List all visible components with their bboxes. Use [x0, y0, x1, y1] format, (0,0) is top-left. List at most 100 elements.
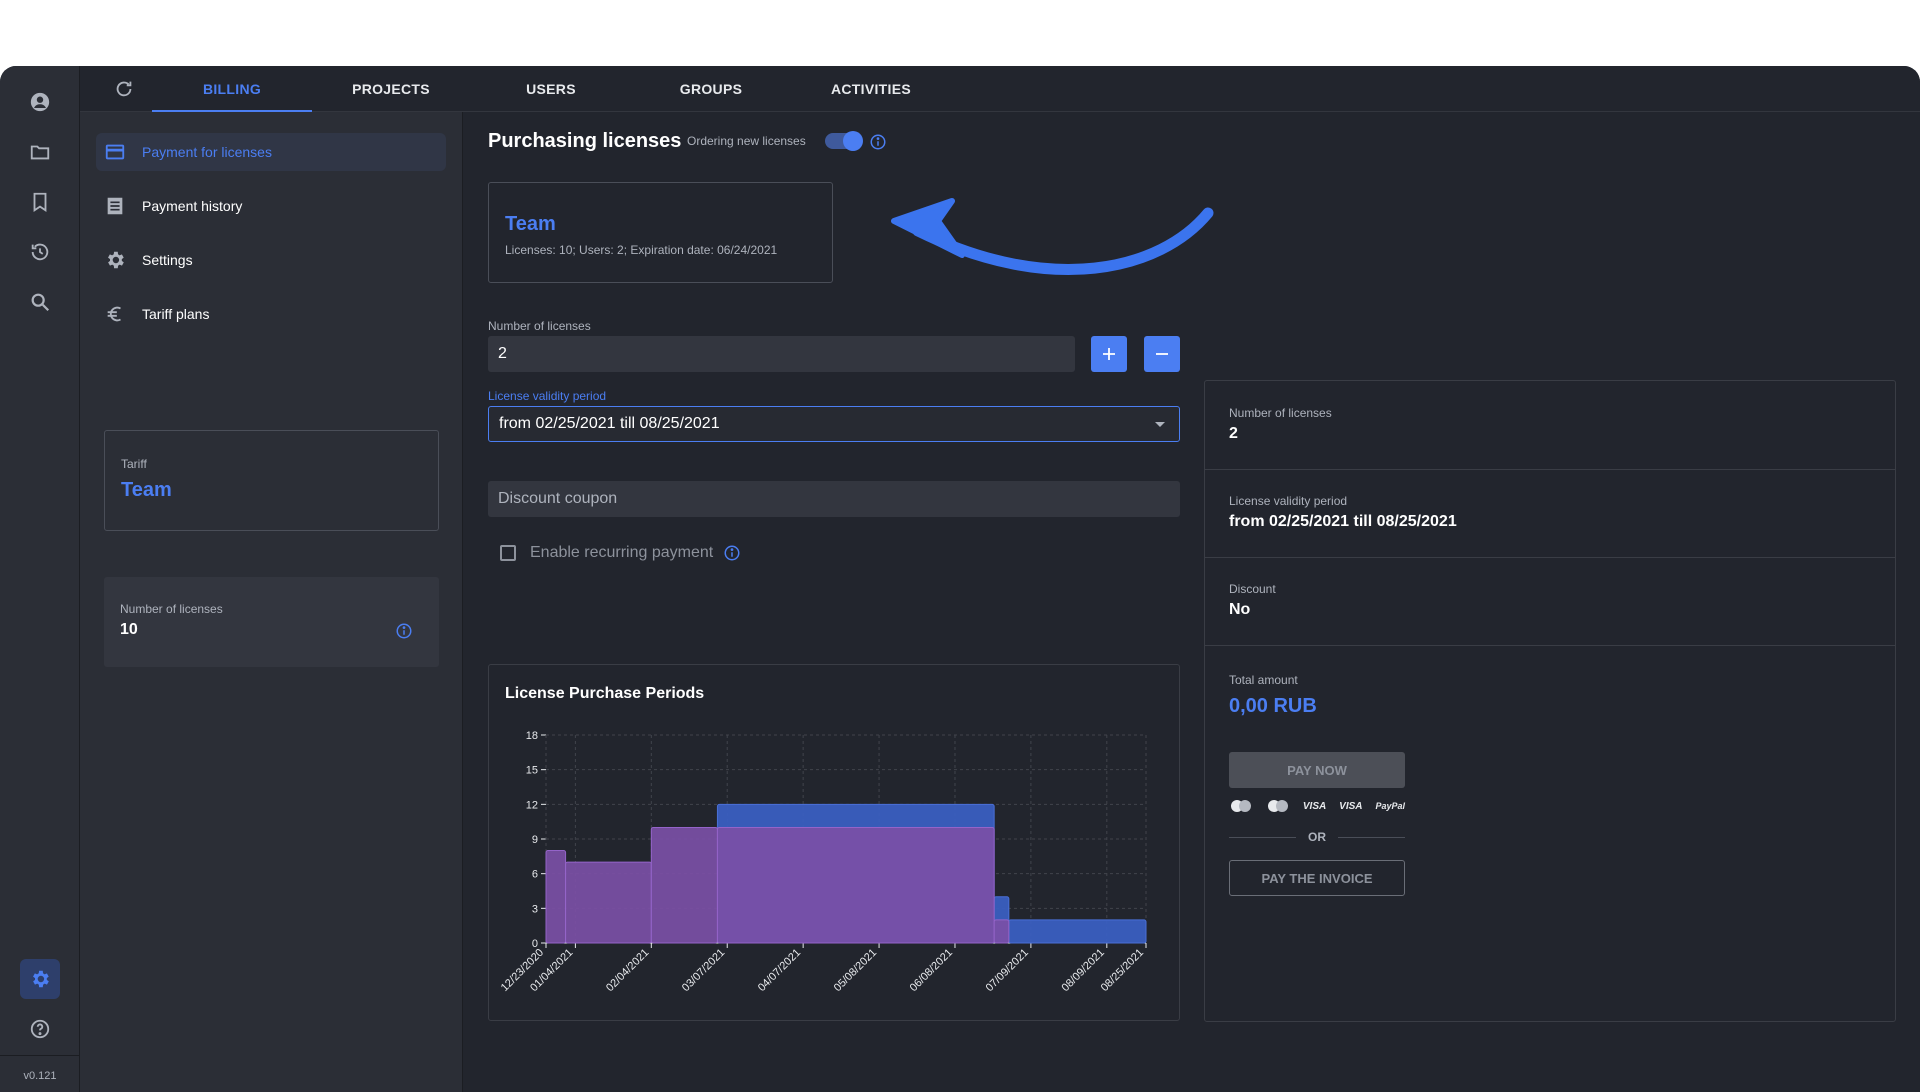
summary-licenses-row: Number of licenses 2	[1205, 381, 1895, 470]
x-tick-label: 04/07/2021	[756, 947, 803, 994]
tab-projects[interactable]: PROJECTS	[311, 66, 471, 112]
or-label: OR	[1308, 830, 1326, 844]
summary-discount-value: No	[1229, 601, 1251, 618]
gear-icon	[104, 249, 126, 271]
y-tick-label: 12	[526, 799, 538, 811]
settings-icon[interactable]	[20, 959, 60, 999]
summary-discount-label: Discount	[1229, 582, 1276, 596]
sidebar-item-label: Payment for licenses	[142, 144, 272, 160]
period-bar	[650, 826, 718, 944]
pay-invoice-button[interactable]: PAY THE INVOICE	[1229, 860, 1405, 896]
total-value: 0,00 RUB	[1229, 695, 1317, 717]
paypal-icon: PayPal	[1375, 801, 1405, 811]
info-icon[interactable]	[723, 544, 741, 562]
period-bar	[716, 826, 995, 944]
refresh-icon[interactable]	[113, 78, 135, 100]
plan-meta: Licenses: 10; Users: 2; Expiration date:…	[505, 243, 778, 257]
tab-users[interactable]: USERS	[471, 66, 631, 112]
sidebar-item-settings[interactable]: Settings	[96, 241, 446, 279]
discount-coupon-input[interactable]: Discount coupon	[488, 481, 1180, 517]
top-tab-bar: BILLING PROJECTS USERS GROUPS ACTIVITIES	[80, 66, 1920, 112]
num-licenses-label: Number of licenses	[488, 319, 591, 333]
order-summary: Number of licenses 2 License validity pe…	[1204, 380, 1896, 1022]
tab-activities[interactable]: ACTIVITIES	[791, 66, 951, 112]
search-icon[interactable]	[20, 282, 60, 322]
licenses-card: Number of licenses 10	[104, 577, 439, 667]
visa-icon: VISA	[1302, 800, 1327, 812]
x-tick-label: 07/09/2021	[984, 947, 1031, 994]
period-select[interactable]: from 02/25/2021 till 08/25/2021	[488, 406, 1180, 442]
sidebar-item-label: Payment history	[142, 198, 243, 214]
sidebar-item-tariff-plans[interactable]: Tariff plans	[96, 295, 446, 333]
decrement-button[interactable]	[1144, 336, 1180, 372]
recurring-checkbox[interactable]	[500, 545, 516, 561]
license-periods-chart: License Purchase Periods 0 3 6 9 12 15 18 12/23…	[488, 664, 1180, 1021]
help-icon[interactable]	[20, 1009, 60, 1049]
rail-divider	[0, 1055, 80, 1056]
period-label: License validity period	[488, 389, 607, 403]
period-select-value: from 02/25/2021 till 08/25/2021	[499, 415, 720, 432]
num-licenses-input[interactable]: 2	[488, 336, 1075, 372]
sidebar-item-payment-for-licenses[interactable]: Payment for licenses	[96, 133, 446, 171]
x-tick-label: 06/08/2021	[908, 947, 955, 994]
account-icon[interactable]	[20, 82, 60, 122]
summary-discount-row: Discount No	[1205, 558, 1895, 646]
history-icon[interactable]	[20, 232, 60, 272]
x-tick-label: 02/04/2021	[604, 947, 651, 994]
pay-now-button[interactable]: PAY NOW	[1229, 752, 1405, 788]
app-window: v0.121 BILLING PROJECTS USERS GROUPS ACT…	[0, 66, 1920, 1092]
bookmark-icon[interactable]	[20, 182, 60, 222]
recurring-payment-option[interactable]: Enable recurring payment	[500, 544, 741, 562]
period-bar	[545, 850, 567, 944]
receipt-list-icon	[104, 195, 126, 217]
billing-sidebar: Payment for licenses Payment history Set…	[80, 112, 463, 1092]
tab-groups[interactable]: GROUPS	[631, 66, 791, 112]
period-bar	[565, 861, 652, 944]
chart-canvas: 036912151812/23/202001/04/2021 02/04/2021…	[499, 730, 1147, 994]
period-bar	[993, 919, 1010, 944]
icon-rail: v0.121	[0, 66, 80, 1092]
x-tick-label: 08/25/2021	[1099, 947, 1146, 994]
or-divider: OR	[1229, 829, 1405, 845]
payment-methods: VISA VISA PayPal	[1229, 799, 1405, 813]
ordering-new-licenses-toggle[interactable]	[825, 131, 863, 151]
chart-title: License Purchase Periods	[505, 685, 705, 702]
x-tick-label: 05/08/2021	[832, 947, 879, 994]
licenses-value: 10	[120, 621, 138, 638]
y-tick-label: 18	[526, 730, 538, 742]
credit-card-icon	[104, 141, 126, 163]
y-tick-label: 6	[532, 869, 538, 881]
info-icon[interactable]	[869, 133, 887, 151]
sidebar-item-payment-history[interactable]: Payment history	[96, 187, 446, 225]
plan-card: Team Licenses: 10; Users: 2; Expiration …	[488, 182, 833, 283]
y-tick-label: 15	[526, 765, 538, 777]
tab-billing[interactable]: BILLING	[152, 66, 312, 112]
summary-licenses-value: 2	[1229, 425, 1238, 442]
recurring-label: Enable recurring payment	[530, 544, 714, 561]
annotation-arrow-icon	[891, 198, 1214, 275]
increment-button[interactable]	[1091, 336, 1127, 372]
chevron-down-icon	[1155, 422, 1165, 427]
divider-line	[1229, 836, 1296, 838]
visa-electron-icon: VISA	[1339, 800, 1363, 812]
summary-licenses-label: Number of licenses	[1229, 406, 1332, 420]
mastercard-icon	[1229, 799, 1253, 813]
plan-name[interactable]: Team	[505, 213, 556, 236]
toggle-knob	[843, 131, 863, 151]
info-icon[interactable]	[395, 622, 413, 640]
tariff-label: Tariff	[121, 457, 147, 471]
summary-period-row: License validity period from 02/25/2021 …	[1205, 470, 1895, 558]
summary-period-label: License validity period	[1229, 494, 1348, 508]
euro-icon	[104, 303, 126, 325]
version-label: v0.121	[23, 1070, 57, 1082]
sidebar-item-label: Tariff plans	[142, 306, 210, 322]
maestro-icon	[1266, 799, 1290, 813]
tariff-value[interactable]: Team	[121, 479, 172, 502]
summary-period-value: from 02/25/2021 till 08/25/2021	[1229, 513, 1457, 530]
x-tick-label: 03/07/2021	[680, 947, 727, 994]
divider-line	[1338, 836, 1405, 838]
toggle-label: Ordering new licenses	[687, 134, 806, 148]
total-label: Total amount	[1229, 673, 1298, 687]
licenses-label: Number of licenses	[120, 602, 223, 616]
folder-icon[interactable]	[20, 132, 60, 172]
